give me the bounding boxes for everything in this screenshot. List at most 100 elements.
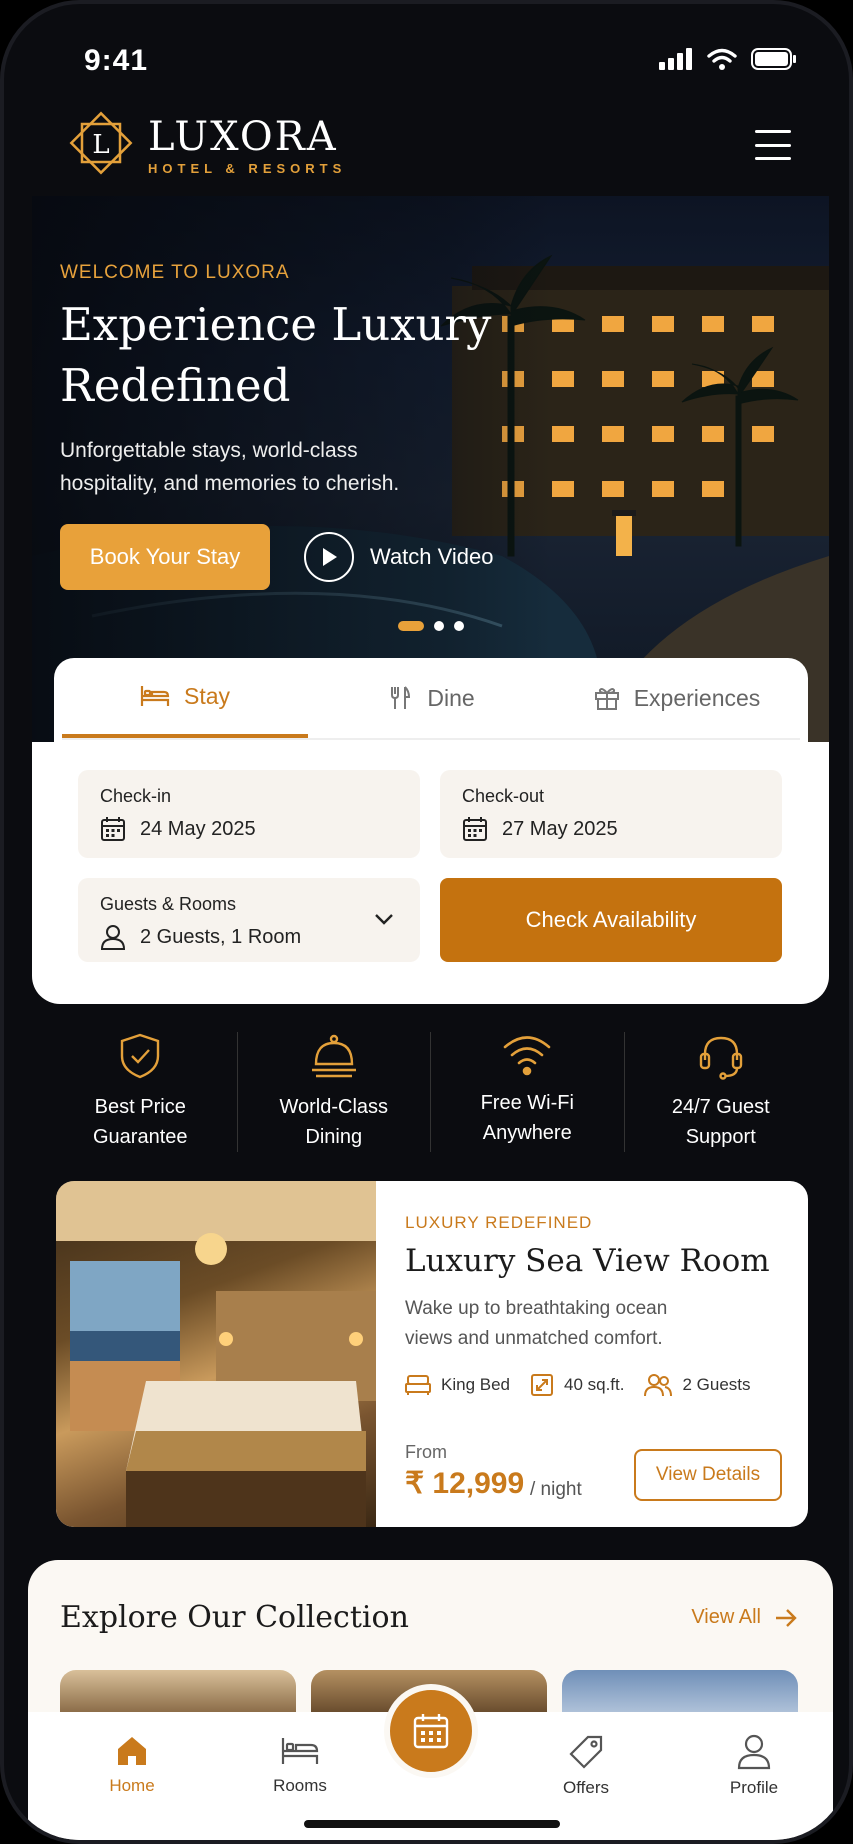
checkin-value: 24 May 2025 [140,818,256,840]
guests-rooms-field[interactable]: Guests & Rooms 2 Guests, 1 Room [78,878,420,962]
guests-value: 2 Guests, 1 Room [140,926,302,948]
home-indicator [304,1820,560,1828]
carousel-dot[interactable] [454,621,464,631]
booking-widget: Stay Dine Experiences Check-in 24 May 20… [54,658,808,988]
guests-label: Guests & Rooms [100,894,237,914]
room-card[interactable]: LUXURY REDEFINED Luxury Sea View Room Wa… [56,1181,808,1527]
nav-offers[interactable]: Offers [536,1734,636,1798]
svg-text:L: L [92,130,109,160]
amenity: 40 sq.ft. [530,1373,624,1397]
room-illustration [56,1181,376,1527]
brand-tagline: HOTEL & RESORTS [148,161,347,176]
calendar-icon [463,817,487,841]
feature-line: Free Wi-Fi [480,1092,574,1114]
home-icon [118,1737,146,1765]
price-from-label: From [405,1442,447,1462]
feature-line: 24/7 Guest [671,1096,770,1118]
calendar-icon [101,817,125,841]
room-description: Wake up to breathtaking ocean views and … [405,1298,668,1349]
room-eyebrow: LUXURY REDEFINED [405,1213,593,1232]
menu-bar [755,130,791,133]
view-all-label: View All [691,1606,761,1628]
logo-icon: L [69,111,133,175]
feature-support: 24/7 Guest Support [625,1032,818,1152]
checkout-label: Check-out [462,786,545,806]
check-availability-button[interactable]: Check Availability [440,878,782,962]
view-all-link[interactable]: View All [691,1606,797,1629]
guests-icon [644,1374,673,1397]
bed-icon [140,686,170,706]
play-icon [304,532,354,582]
nav-profile[interactable]: Profile [704,1734,804,1798]
shield-check-icon [121,1033,160,1079]
battery-icon [751,48,796,70]
headset-icon [699,1036,742,1080]
carousel-dot[interactable] [398,621,424,631]
phone-frame: 9:41 L LUXORA HOTEL & RESORTS WELCOME TO… [0,0,853,1844]
nav-label: Offers [563,1778,609,1797]
price-unit: / night [530,1479,582,1500]
feature-wifi: Free Wi-Fi Anywhere [431,1032,625,1152]
booking-tabs: Stay Dine Experiences [62,658,800,740]
feature-line: Anywhere [482,1122,572,1144]
watch-video-label: Watch Video [370,544,494,569]
features-strip: Best Price Guarantee World-Class Dining … [44,1032,817,1152]
amenity: 2 Guests [644,1373,751,1397]
menu-bar [755,143,791,147]
cutlery-icon [391,686,411,709]
amenity: King Bed [405,1374,510,1396]
calendar-icon [413,1714,449,1749]
collection-title: Explore Our Collection [60,1600,409,1635]
chevron-down-icon [375,914,393,925]
status-time: 9:41 [84,44,149,77]
menu-bar [755,157,791,160]
tab-experiences[interactable]: Experiences [554,658,800,738]
tag-icon [569,1735,603,1769]
hero-subtitle: Unforgettable stays, world-class hospita… [60,439,400,495]
tab-stay[interactable]: Stay [62,658,308,738]
carousel-dot[interactable] [434,621,444,631]
user-icon [100,925,126,950]
feature-line: Guarantee [92,1126,188,1148]
nav-label: Home [109,1776,155,1795]
feature-line: Dining [305,1126,363,1148]
book-your-stay-button[interactable]: Book Your Stay [60,524,270,590]
brand-name: LUXORA [148,114,338,160]
tab-label: Experiences [633,684,761,711]
amenity-label: 2 Guests [682,1375,751,1394]
feature-line: Best Price [94,1096,186,1118]
checkout-value: 27 May 2025 [502,818,618,840]
bed-icon [405,1375,431,1395]
feature-best-price: Best Price Guarantee [44,1032,238,1152]
tab-label: Stay [183,682,231,709]
carousel-dots [398,621,464,631]
hero-eyebrow: WELCOME TO LUXORA [60,262,290,283]
booking-calendar-button[interactable] [384,1684,478,1778]
user-icon [737,1734,771,1770]
checkin-label: Check-in [100,786,172,806]
hero-title: Experience Luxury Redefined [60,298,492,412]
amenity-label: 40 sq.ft. [564,1375,625,1394]
area-icon [531,1374,553,1396]
wifi-status-icon [707,48,737,70]
status-bar: 9:41 [4,4,849,104]
room-price: ₹ 12,999 [405,1467,525,1500]
nav-rooms[interactable]: Rooms [250,1734,350,1796]
tab-label: Dine [427,684,475,711]
amenity-label: King Bed [441,1375,510,1394]
nav-label: Rooms [273,1776,327,1795]
checkin-field[interactable]: Check-in 24 May 2025 [78,770,420,858]
signal-icon [659,48,692,70]
feature-line: World-Class [279,1096,389,1118]
menu-button[interactable] [755,130,791,160]
bed-icon [281,1738,319,1764]
arrow-right-icon [776,1608,797,1627]
checkout-field[interactable]: Check-out 27 May 2025 [440,770,782,858]
nav-home[interactable]: Home [82,1734,182,1796]
view-details-button[interactable]: View Details [634,1449,782,1501]
tab-dine[interactable]: Dine [308,658,554,738]
cloche-icon [311,1034,356,1078]
room-amenities: King Bed 40 sq.ft. 2 Guests [405,1373,751,1397]
room-title: Luxury Sea View Room [405,1243,770,1279]
watch-video-button[interactable]: Watch Video [304,530,494,584]
